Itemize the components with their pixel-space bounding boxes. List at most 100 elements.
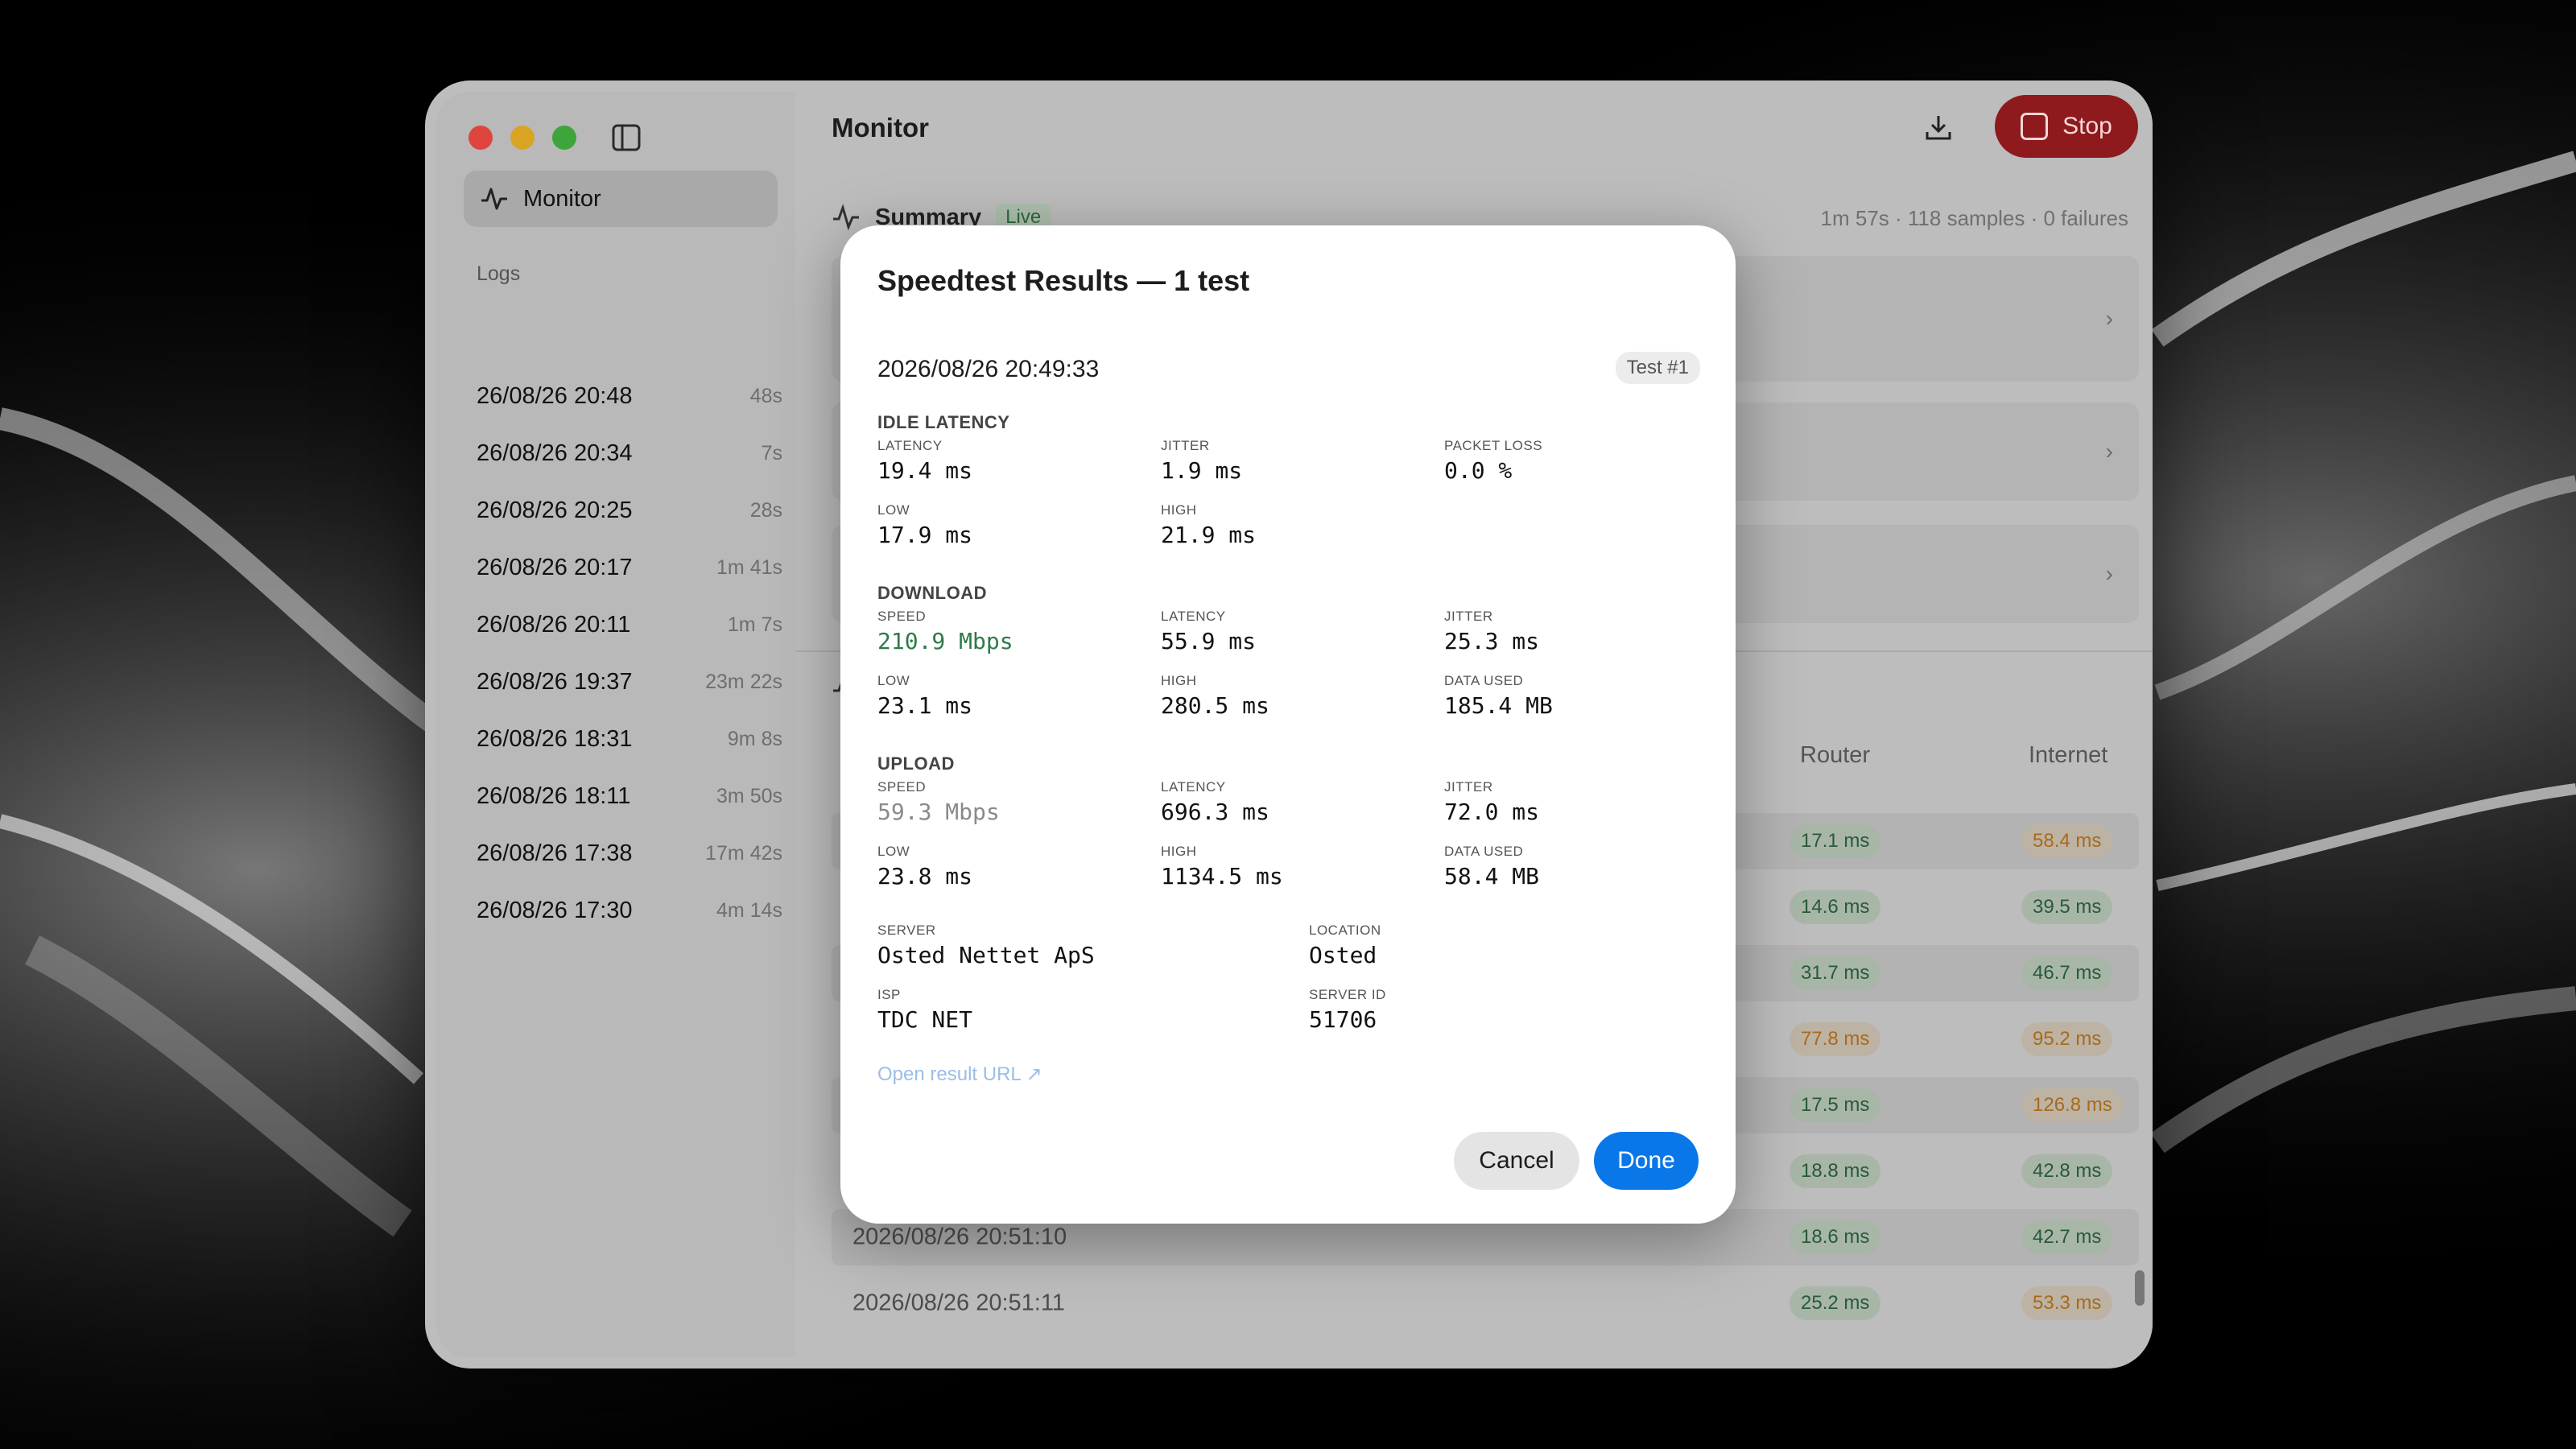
server-id: SERVER ID 51706 <box>1309 987 1386 1033</box>
router-latency-badge: 77.8 ms <box>1790 1022 1881 1056</box>
test-date: 2026/08/26 20:49:33 <box>877 356 1100 382</box>
internet-latency-badge: 46.7 ms <box>2021 956 2113 990</box>
summary-stats: 1m 57s · 118 samples · 0 failures <box>1820 206 2128 230</box>
log-date: 26/08/26 18:11 <box>477 783 631 809</box>
log-item[interactable]: 26/08/26 20:25 28s <box>477 497 782 524</box>
internet-latency-badge: 58.4 ms <box>2021 824 2113 858</box>
log-date: 26/08/26 20:11 <box>477 612 631 638</box>
internet-latency-badge: 126.8 ms <box>2021 1088 2124 1122</box>
log-item[interactable]: 26/08/26 20:48 48s <box>477 383 782 410</box>
log-duration: 48s <box>749 385 782 407</box>
internet-latency-badge: 39.5 ms <box>2021 890 2113 924</box>
log-date: 26/08/26 18:31 <box>477 726 633 752</box>
log-item[interactable]: 26/08/26 17:38 17m 42s <box>477 840 782 867</box>
log-duration: 1m 7s <box>727 613 782 636</box>
chevron-right-icon: › <box>2105 561 2113 586</box>
test-badge: Test #1 <box>1615 352 1700 384</box>
table-row[interactable]: 2026/08/26 20:51:11 25.2 ms 53.3 ms <box>832 1275 2139 1331</box>
stop-button[interactable]: Stop <box>1995 95 2138 158</box>
sidebar-toggle-icon[interactable] <box>612 124 641 151</box>
router-latency-badge: 31.7 ms <box>1790 956 1881 990</box>
upload-low: LOW 23.8 ms <box>877 844 973 890</box>
log-duration: 9m 8s <box>727 728 782 750</box>
upload-latency: LATENCY 696.3 ms <box>1161 779 1269 825</box>
upload-data-used: DATA USED 58.4 MB <box>1444 844 1540 890</box>
log-item[interactable]: 26/08/26 20:11 1m 7s <box>477 612 782 638</box>
log-item[interactable]: 26/08/26 20:34 7s <box>477 440 782 467</box>
router-latency-badge: 25.2 ms <box>1790 1286 1881 1320</box>
log-duration: 3m 50s <box>716 785 782 807</box>
chevron-right-icon: › <box>2105 306 2113 331</box>
activity-icon <box>833 204 859 231</box>
chevron-right-icon: › <box>2105 439 2113 464</box>
log-item[interactable]: 26/08/26 18:11 3m 50s <box>477 783 782 810</box>
zoom-button[interactable] <box>552 126 576 150</box>
router-latency-badge: 17.1 ms <box>1790 824 1881 858</box>
sample-time: 2026/08/26 20:51:10 <box>852 1224 1067 1250</box>
idle-low: LOW 17.9 ms <box>877 502 973 548</box>
scrollbar[interactable] <box>2135 1270 2145 1306</box>
done-button[interactable]: Done <box>1594 1132 1699 1190</box>
log-duration: 7s <box>761 442 782 464</box>
section-upload: UPLOAD <box>877 753 955 774</box>
idle-jitter: JITTER 1.9 ms <box>1161 438 1243 484</box>
download-speed: SPEED 210.9 Mbps <box>877 609 1013 654</box>
log-duration: 1m 41s <box>716 556 782 579</box>
download-latency: LATENCY 55.9 ms <box>1161 609 1257 654</box>
log-item[interactable]: 26/08/26 19:37 23m 22s <box>477 669 782 696</box>
dialog-title: Speedtest Results — 1 test <box>877 264 1250 297</box>
log-date: 26/08/26 17:30 <box>477 898 633 923</box>
internet-latency-badge: 95.2 ms <box>2021 1022 2113 1056</box>
stop-icon <box>2021 113 2049 140</box>
log-duration: 17m 42s <box>705 842 782 865</box>
log-item[interactable]: 26/08/26 17:30 4m 14s <box>477 898 782 924</box>
download-data-used: DATA USED 185.4 MB <box>1444 673 1553 719</box>
log-item[interactable]: 26/08/26 20:17 1m 41s <box>477 555 782 581</box>
download-icon[interactable] <box>1922 111 1955 143</box>
log-date: 26/08/26 20:25 <box>477 497 633 523</box>
internet-latency-badge: 42.8 ms <box>2021 1154 2113 1188</box>
router-latency-badge: 17.5 ms <box>1790 1088 1881 1122</box>
upload-high: HIGH 1134.5 ms <box>1161 844 1283 890</box>
idle-latency: LATENCY 19.4 ms <box>877 438 973 484</box>
cancel-button[interactable]: Cancel <box>1454 1132 1579 1190</box>
section-idle-latency: IDLE LATENCY <box>877 412 1010 432</box>
sidebar-item-label: Monitor <box>523 185 601 212</box>
log-date: 26/08/26 19:37 <box>477 669 633 695</box>
internet-latency-badge: 42.7 ms <box>2021 1220 2113 1254</box>
log-date: 26/08/26 20:48 <box>477 383 633 409</box>
sample-time: 2026/08/26 20:51:11 <box>852 1290 1065 1316</box>
router-latency-badge: 14.6 ms <box>1790 890 1881 924</box>
router-latency-badge: 18.6 ms <box>1790 1220 1881 1254</box>
log-item[interactable]: 26/08/26 18:31 9m 8s <box>477 726 782 753</box>
server-location: LOCATION Osted <box>1309 923 1381 968</box>
idle-high: HIGH 21.9 ms <box>1161 502 1257 548</box>
column-header-router: Router <box>1800 742 1871 768</box>
idle-packet-loss: PACKET LOSS 0.0 % <box>1444 438 1543 484</box>
close-button[interactable] <box>469 126 493 150</box>
open-result-url-link[interactable]: Open result URL ↗ <box>877 1063 1042 1086</box>
log-duration: 23m 22s <box>705 671 782 693</box>
log-duration: 28s <box>749 499 782 522</box>
upload-jitter: JITTER 72.0 ms <box>1444 779 1540 825</box>
isp-name: ISP TDC NET <box>877 987 973 1033</box>
log-duration: 4m 14s <box>716 899 782 922</box>
download-jitter: JITTER 25.3 ms <box>1444 609 1540 654</box>
upload-speed: SPEED 59.3 Mbps <box>877 779 1000 825</box>
download-low: LOW 23.1 ms <box>877 673 973 719</box>
logs-section-title: Logs <box>477 262 521 285</box>
speedtest-results-dialog: Speedtest Results — 1 test 2026/08/26 20… <box>840 225 1736 1224</box>
section-download: DOWNLOAD <box>877 583 987 603</box>
log-date: 26/08/26 20:34 <box>477 440 633 466</box>
server-name: SERVER Osted Nettet ApS <box>877 923 1095 968</box>
router-latency-badge: 18.8 ms <box>1790 1154 1881 1188</box>
download-high: HIGH 280.5 ms <box>1161 673 1269 719</box>
log-date: 26/08/26 17:38 <box>477 840 633 866</box>
minimize-button[interactable] <box>510 126 535 150</box>
page-title: Monitor <box>832 113 929 142</box>
column-header-internet: Internet <box>2029 742 2108 768</box>
sidebar-item-monitor[interactable]: Monitor <box>464 171 778 227</box>
window-controls <box>469 126 576 150</box>
log-date: 26/08/26 20:17 <box>477 555 633 580</box>
activity-icon <box>481 188 507 210</box>
